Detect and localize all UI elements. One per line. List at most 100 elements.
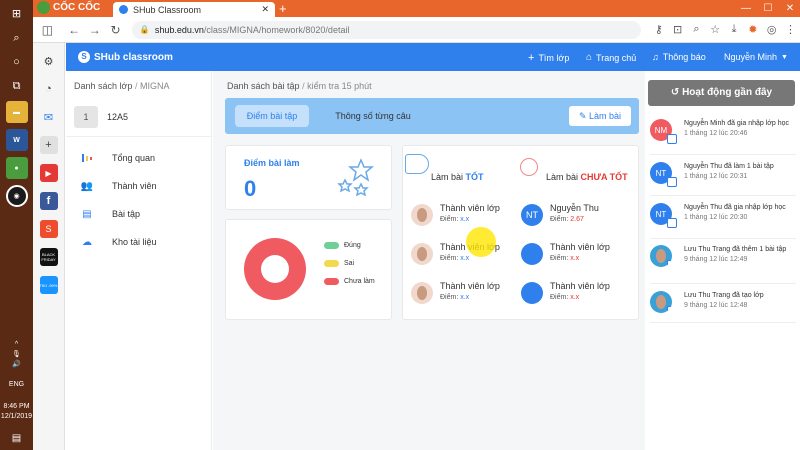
- chevron-down-icon: ▼: [781, 53, 788, 61]
- breadcrumb-class-list[interactable]: Danh sách lớp: [74, 81, 132, 91]
- zoom-icon[interactable]: ⌕: [687, 23, 706, 36]
- menu-icon[interactable]: ⋮: [781, 23, 800, 36]
- menu-item-label: Bài tập: [112, 209, 141, 219]
- maximize-icon[interactable]: ☐: [758, 0, 778, 17]
- notifications-link[interactable]: ♫ Thông báo: [652, 52, 706, 62]
- avatar: NT: [521, 204, 543, 226]
- back-icon[interactable]: ←: [64, 23, 85, 37]
- bookmark-star-icon[interactable]: ☆: [706, 23, 725, 36]
- bad-student-3[interactable]: Thành viên lớp Điểm: x.x: [521, 280, 610, 304]
- youtube-icon[interactable]: ▶: [39, 164, 58, 182]
- close-tab-icon[interactable]: ✕: [261, 4, 269, 15]
- avatar: [650, 245, 672, 267]
- messenger-icon[interactable]: ✉: [40, 108, 58, 126]
- volume-icon[interactable]: 🔊: [12, 360, 21, 370]
- good-student-1[interactable]: Thành viên lớp Điểm: x.x: [411, 202, 500, 226]
- good-word: TỐT: [465, 172, 484, 182]
- stars-icon: [337, 158, 375, 197]
- forward-icon[interactable]: →: [84, 23, 105, 37]
- recent-activity-button[interactable]: ↺ Hoạt động gần đây: [648, 80, 795, 106]
- brand-label: CỐC CỐC: [53, 2, 101, 13]
- coccoc-browser-icon[interactable]: ●: [5, 157, 28, 179]
- profile-icon[interactable]: ◎: [762, 23, 781, 36]
- activity-text: Nguyễn Thu đã gia nhập lớp học: [684, 204, 786, 211]
- activity-time: 1 tháng 12 lúc 20:31: [684, 173, 748, 180]
- legend-swatch-correct: [324, 242, 339, 249]
- minimize-icon[interactable]: —: [736, 0, 756, 17]
- do-homework-button[interactable]: ✎ Làm bài: [569, 106, 631, 126]
- history-icon[interactable]: ◔: [40, 80, 58, 98]
- black-friday-icon[interactable]: BLACK FRIDAY: [39, 248, 58, 266]
- url-field[interactable]: 🔒 shub.edu.vn/class/MIGNA/homework/8020/…: [131, 20, 642, 39]
- tiki-icon[interactable]: TIKI -90%: [39, 276, 58, 294]
- tab-question-stats[interactable]: Thông số từng câu: [333, 105, 413, 127]
- app-header: S SHub classroom + Tìm lớp ⌂ Trang chủ ♫…: [66, 43, 800, 71]
- app-icon[interactable]: ◉: [5, 185, 28, 207]
- reload-icon[interactable]: ↻: [105, 23, 126, 37]
- activity-item[interactable]: Lưu Thu Trang đã tạo lớp 9 tháng 12 lúc 1…: [646, 291, 800, 313]
- tab-scores[interactable]: Điểm bài tập: [235, 105, 309, 127]
- menu-item-homework[interactable]: ▤ Bài tập: [80, 208, 140, 220]
- task-view-icon[interactable]: ⧉: [0, 74, 33, 98]
- shub-logo[interactable]: S SHub classroom: [78, 51, 173, 63]
- recent-activity-label: Hoạt động gần đây: [682, 87, 773, 98]
- student-score: Điểm: x.x: [550, 294, 580, 301]
- notification-icon[interactable]: ▤: [12, 434, 21, 444]
- user-menu[interactable]: Nguyễn Minh ▼: [724, 52, 788, 62]
- avatar: [650, 291, 672, 313]
- settings-gear-icon[interactable]: ⚙: [40, 52, 58, 70]
- activity-item[interactable]: NT Nguyễn Thu đã gia nhập lớp học 1 tháng…: [646, 203, 800, 228]
- divider: [66, 136, 212, 137]
- search-icon[interactable]: ⌕: [0, 26, 33, 50]
- breadcrumb-homework-list[interactable]: Danh sách bài tập: [227, 81, 300, 91]
- download-icon[interactable]: ⤓: [725, 23, 744, 36]
- windows-start-icon[interactable]: ⊞: [0, 0, 33, 26]
- join-class-label: Tìm lớp: [538, 53, 570, 63]
- browser-tab[interactable]: SHub Classroom ✕: [113, 2, 275, 17]
- facebook-icon[interactable]: f: [39, 192, 58, 210]
- file-explorer-icon[interactable]: ▬: [5, 101, 28, 123]
- legend-not-done: Chưa làm: [324, 278, 375, 285]
- history-icon: ↺: [670, 87, 680, 98]
- menu-item-overview[interactable]: Tổng quan: [80, 152, 155, 164]
- bad-student-2[interactable]: Thành viên lớp Điểm: x.x: [521, 241, 610, 265]
- translate-icon[interactable]: ⊡: [668, 23, 687, 36]
- student-score: Điểm: x.x: [440, 294, 470, 301]
- members-icon: 👥: [80, 180, 94, 192]
- key-icon[interactable]: ⚷: [649, 23, 668, 36]
- extension-icon[interactable]: ✹: [743, 23, 762, 36]
- language-indicator[interactable]: ENG: [9, 380, 24, 390]
- menu-item-members[interactable]: 👥 Thành viên: [80, 180, 157, 192]
- logo-text: SHub classroom: [94, 51, 173, 63]
- activity-item[interactable]: Lưu Thu Trang đã thêm 1 bài tập 9 tháng 1…: [646, 245, 800, 267]
- pencil-icon: ✎: [578, 111, 587, 121]
- home-link[interactable]: ⌂ Trang chủ: [586, 52, 636, 63]
- clock-date[interactable]: 12/1/2019: [1, 412, 32, 422]
- add-icon[interactable]: +: [39, 136, 58, 154]
- cloud-icon: ☁: [82, 236, 92, 248]
- class-card[interactable]: 1 12A5: [74, 106, 128, 128]
- shopee-icon[interactable]: S: [39, 220, 58, 238]
- tab-title: SHub Classroom: [133, 4, 202, 15]
- breadcrumb-class-code: MIGNA: [139, 81, 170, 91]
- clock-time[interactable]: 8:46 PM: [3, 402, 29, 412]
- good-column-header: Làm bài TỐT: [431, 172, 484, 182]
- sidebar-toggle-icon[interactable]: ◫: [37, 23, 58, 37]
- cortana-icon[interactable]: ○: [0, 50, 33, 74]
- legend-label: Đúng: [344, 242, 361, 249]
- join-class-link[interactable]: + Tìm lớp: [528, 52, 569, 64]
- student-name: Thành viên lớp: [550, 242, 610, 252]
- activity-item[interactable]: NM Nguyễn Minh đã gia nhập lớp học 1 thán…: [646, 119, 800, 144]
- student-name: Thành viên lớp: [550, 281, 610, 291]
- chevron-up-icon[interactable]: ^: [15, 340, 18, 350]
- close-window-icon[interactable]: ✕: [780, 0, 800, 17]
- activity-item[interactable]: NT Nguyễn Thu đã làm 1 bài tập 1 tháng 12…: [646, 162, 800, 187]
- activity-badge-icon: [667, 134, 677, 144]
- mic-icon[interactable]: 🎙: [12, 350, 21, 360]
- word-icon[interactable]: W: [5, 129, 28, 151]
- bad-student-1[interactable]: NT Nguyễn Thu Điểm: 2.67: [521, 202, 599, 226]
- new-tab-button[interactable]: +: [279, 0, 287, 17]
- cursor-highlight: [466, 227, 496, 257]
- menu-item-library[interactable]: ☁ Kho tài liệu: [80, 236, 157, 248]
- good-student-3[interactable]: Thành viên lớp Điểm: x.x: [411, 280, 500, 304]
